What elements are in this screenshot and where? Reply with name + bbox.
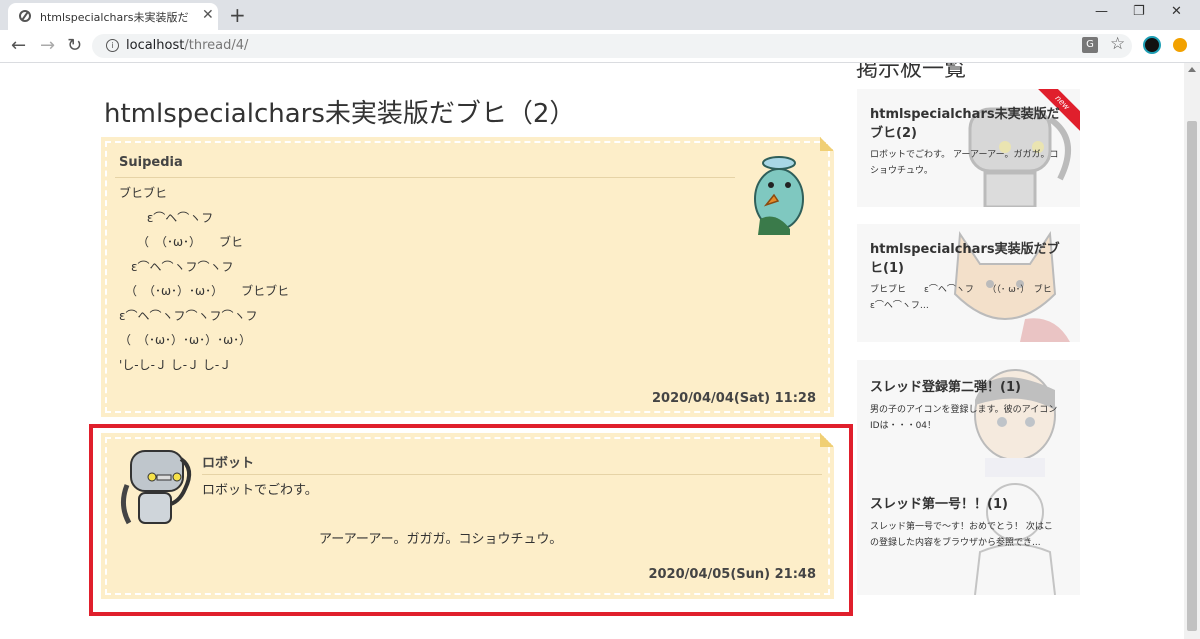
bookmark-star-icon[interactable]: ☆: [1110, 34, 1125, 54]
post-author: Suipedia: [119, 155, 183, 170]
post-card: Suipedia ブヒブヒ ε⌒ヘ⌒ヽフ （ （･ω･） ブヒ ε⌒ヘ⌒ヽフ⌒ヽ…: [101, 137, 834, 417]
new-tab-button[interactable]: +: [229, 3, 246, 27]
extension-avatar-icon[interactable]: [1143, 36, 1161, 54]
globe-icon: [19, 10, 31, 22]
page-viewport: htmlspecialchars未実装版だブヒ（2） Suipedia ブヒブヒ…: [0, 63, 1184, 639]
back-icon[interactable]: ←: [11, 35, 26, 56]
tab-strip: htmlspecialchars未実装版だブヒ（ ✕ + — ❐ ✕: [0, 0, 1200, 30]
kappa-avatar: [754, 156, 804, 235]
card-excerpt: 男の子のアイコンを登録します。彼のアイコンIDは・・・04！: [870, 405, 1058, 431]
scrollbar-thumb[interactable]: [1187, 121, 1197, 631]
sidebar-heading: 掲示板一覧: [856, 63, 967, 82]
tab-title: htmlspecialchars未実装版だブヒ（: [40, 11, 190, 24]
page-corner-fold: [820, 137, 834, 151]
card-excerpt: ロボットでごわす。 アーアーアー。ガガガ。コショウチュウ。: [870, 150, 1059, 176]
thread-card[interactable]: new htmlspecialchars未実装版だブヒ(2) ロボットでごわす。…: [857, 89, 1080, 207]
highlight-box: [89, 424, 853, 616]
card-title: スレッド第一号！！(1): [870, 497, 1008, 512]
card-excerpt: ブヒブヒ ε⌒ヘ⌒ヽフ （（･ ω･） ブヒ ε⌒ヘ⌒ヽフ…: [870, 285, 1061, 311]
post-body: ブヒブヒ ε⌒ヘ⌒ヽフ （ （･ω･） ブヒ ε⌒ヘ⌒ヽフ⌒ヽフ （ （･ω･）…: [119, 186, 290, 372]
card-excerpt: スレッド第一号で～す！おめでとう！ 次はこの登録した内容をブラウザから参照でき.…: [870, 522, 1053, 548]
url-text: localhost/thread/4/: [126, 38, 248, 53]
thread-card[interactable]: スレッド登録第二弾！(1) 男の子のアイコンを登録します。彼のアイコンIDは・・…: [857, 360, 1080, 478]
restore-icon[interactable]: ❐: [1133, 4, 1145, 19]
post-date: 2020/04/04(Sat) 11:28: [652, 391, 816, 406]
page-scrollbar[interactable]: [1184, 63, 1200, 639]
url-path: /thread/4/: [184, 38, 249, 53]
forward-icon[interactable]: →: [40, 35, 55, 56]
thread-card[interactable]: htmlspecialchars実装版だブヒ(1) ブヒブヒ ε⌒ヘ⌒ヽフ （（…: [857, 224, 1080, 342]
address-bar: ← → ↻ i localhost/thread/4/ G ☆: [0, 30, 1200, 63]
url-host: localhost: [126, 38, 185, 53]
extension-orange-icon[interactable]: [1173, 38, 1187, 52]
reload-icon[interactable]: ↻: [67, 35, 82, 56]
close-tab-icon[interactable]: ✕: [202, 7, 214, 23]
card-title: htmlspecialchars実装版だブヒ(1): [870, 242, 1060, 276]
author-divider: [115, 177, 735, 178]
minimize-icon[interactable]: —: [1095, 4, 1108, 19]
thread-title: htmlspecialchars未実装版だブヒ（2）: [104, 99, 576, 129]
thread-card[interactable]: スレッド第一号！！(1) スレッド第一号で～す！おめでとう！ 次はこの登録した内…: [857, 477, 1080, 595]
url-field[interactable]: i localhost/thread/4/ G ☆: [92, 34, 1132, 58]
browser-tab[interactable]: htmlspecialchars未実装版だブヒ（ ✕: [8, 3, 218, 30]
card-title: htmlspecialchars未実装版だブヒ(2): [870, 107, 1060, 141]
info-icon[interactable]: i: [106, 39, 119, 52]
scroll-up-arrow-icon[interactable]: [1188, 67, 1196, 72]
translate-icon[interactable]: G: [1082, 37, 1098, 53]
card-title: スレッド登録第二弾！(1): [870, 380, 1021, 395]
close-window-icon[interactable]: ✕: [1171, 4, 1182, 19]
